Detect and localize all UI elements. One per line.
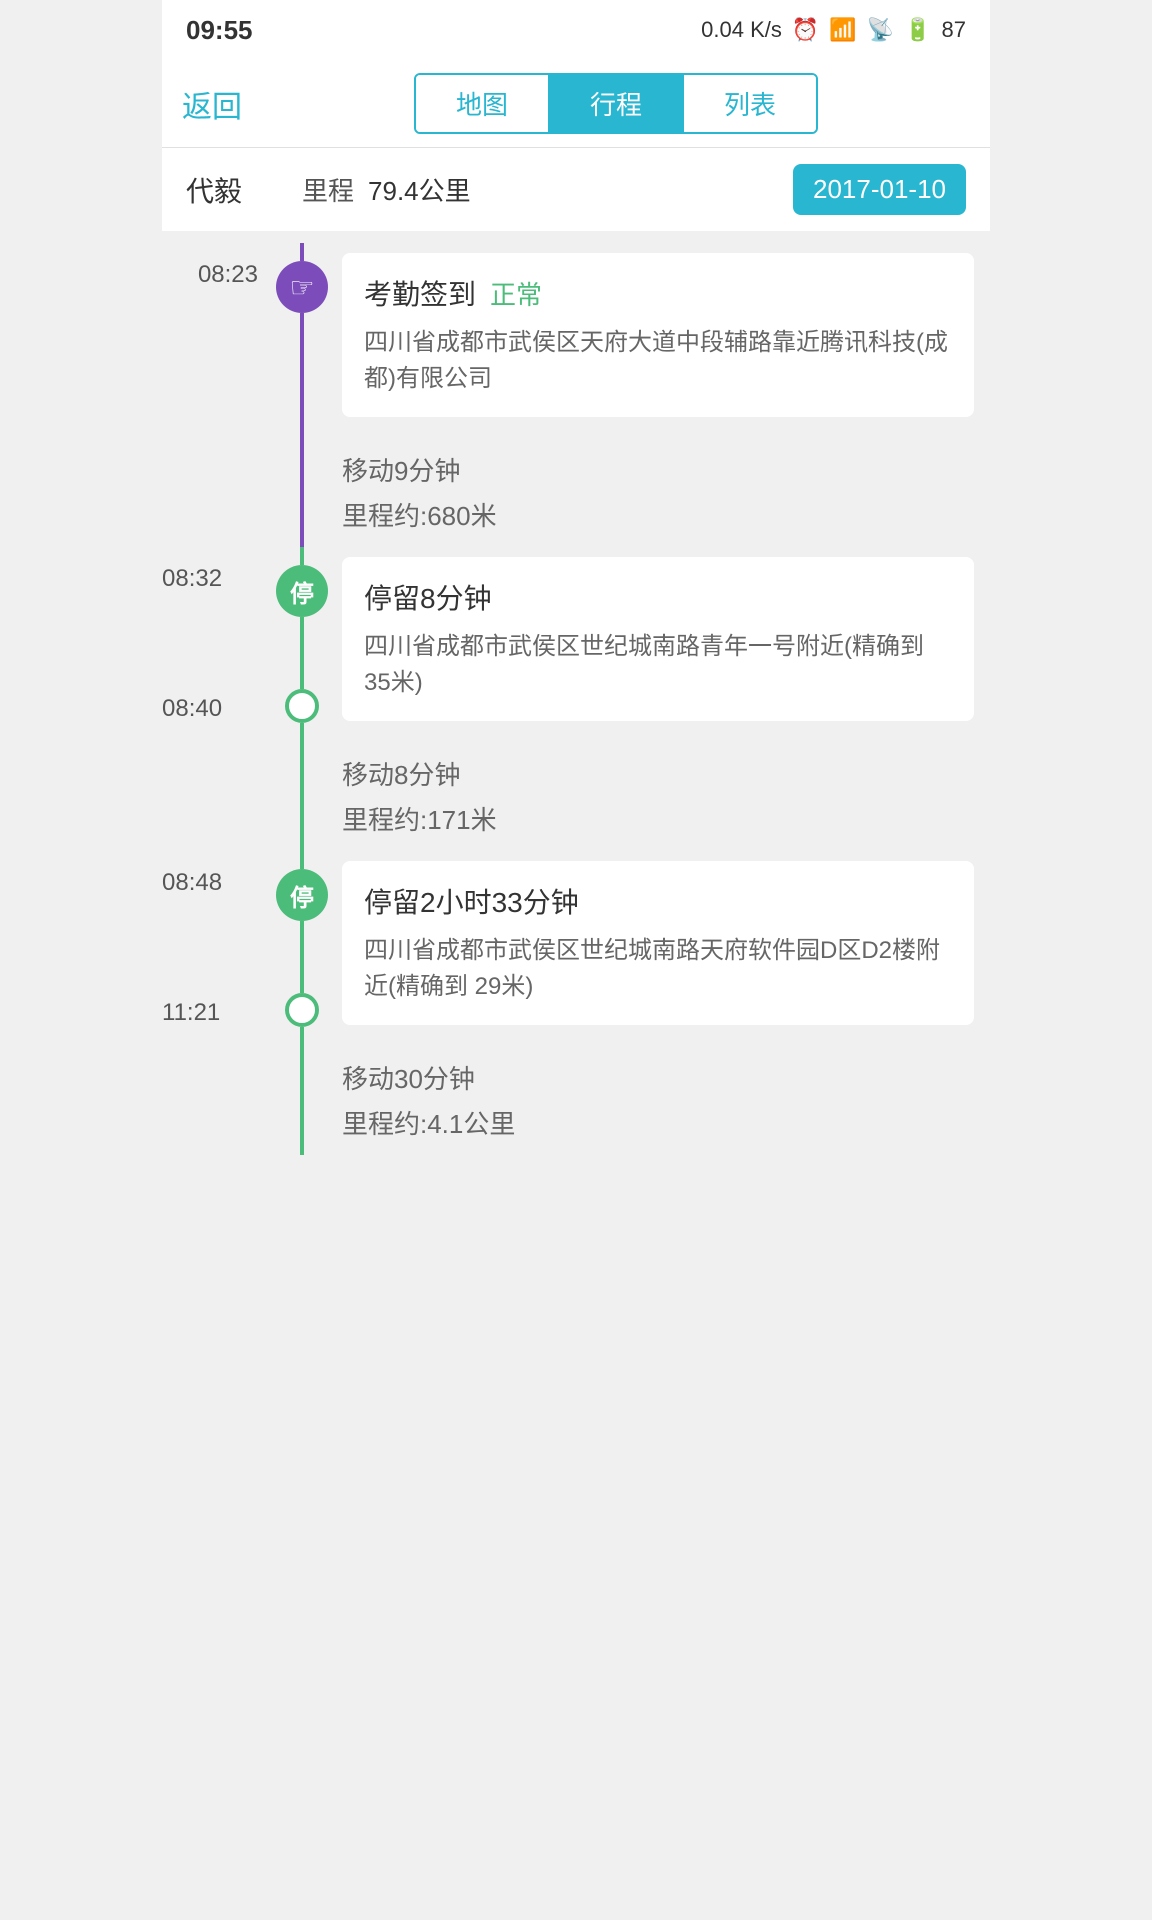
stop-node-0832: 停 [276,565,328,617]
timeline-event-1: 08:23 ☞ 考勤签到 正常 四川省成都市武侯区天府大道中段辅路靠近腾讯科技(… [162,243,990,437]
event-content-0823: 考勤签到 正常 四川省成都市武侯区天府大道中段辅路靠近腾讯科技(成都)有限公司 [332,243,990,437]
move-duration-1: 移动9分钟 [342,451,974,488]
tab-bar: 地图 行程 列表 [414,73,818,134]
timeline: 08:23 ☞ 考勤签到 正常 四川省成都市武侯区天府大道中段辅路靠近腾讯科技(… [162,243,990,1195]
timeline-move-1: 移动9分钟 里程约:680米 [162,437,990,547]
move-duration-2: 移动8分钟 [342,755,974,792]
back-button[interactable]: 返回 [182,82,242,126]
mileage-label: 里程 [302,171,354,208]
driver-name: 代毅 [186,170,242,210]
date-badge: 2017-01-10 [793,164,966,215]
timeline-move-2: 移动8分钟 里程约:171米 [162,741,990,851]
battery-icon: 🔋 [904,17,931,43]
status-speed: 0.04 K/s [701,17,782,43]
time-col-0848: 08:48 11:21 [162,851,272,1045]
header: 返回 地图 行程 列表 [162,60,990,148]
event-title-text-0832: 停留8分钟 [364,577,492,617]
tab-trip[interactable]: 行程 [550,75,684,132]
status-time: 09:55 [186,15,253,46]
move-distance-2: 里程约:171米 [342,800,974,837]
time-col-0832: 08:32 08:40 [162,547,272,741]
wifi-icon: 📶 [829,17,856,43]
event-card-0848: 停留2小时33分钟 四川省成都市武侯区世纪城南路天府软件园D区D2楼附近(精确到… [342,861,974,1025]
event-address-0823: 四川省成都市武侯区天府大道中段辅路靠近腾讯科技(成都)有限公司 [364,325,952,397]
battery-level: 87 [942,17,966,43]
status-bar: 09:55 0.04 K/s ⏰ 📶 📡 🔋 87 [162,0,990,60]
time-label-0832: 08:32 [162,547,258,593]
fingerprint-node: ☞ [276,261,328,313]
spine-move-2 [272,741,332,851]
timeline-event-2: 08:32 08:40 停 停留8分钟 四川省成都市武侯区世纪城南路青年一号附近… [162,547,990,741]
time-label-0848: 08:48 [162,851,258,897]
info-bar: 代毅 里程 79.4公里 2017-01-10 [162,148,990,231]
event-card-0832: 停留8分钟 四川省成都市武侯区世纪城南路青年一号附近(精确到 35米) [342,557,974,721]
time-label-0823: 08:23 [162,243,272,437]
event-status-0823: 正常 [490,275,542,312]
spine-move-1 [272,437,332,547]
move-content-1: 移动9分钟 里程约:680米 [332,437,990,547]
move-content-2: 移动8分钟 里程约:171米 [332,741,990,851]
event-address-0832: 四川省成都市武侯区世纪城南路青年一号附近(精确到 35米) [364,629,952,701]
move-distance-3: 里程约:4.1公里 [342,1104,974,1141]
timeline-move-3: 移动30分钟 里程约:4.1公里 [162,1045,990,1155]
stop-node-0848: 停 [276,869,328,921]
move-content-3: 移动30分钟 里程约:4.1公里 [332,1045,990,1155]
time-label-0840: 08:40 [162,695,258,741]
event-content-0832: 停留8分钟 四川省成都市武侯区世纪城南路青年一号附近(精确到 35米) [332,547,990,741]
spine-0832: 停 [272,547,332,741]
clock-icon: ⏰ [792,17,819,43]
status-icons: 0.04 K/s ⏰ 📶 📡 🔋 87 [701,17,966,43]
event-title-text-0848: 停留2小时33分钟 [364,881,579,921]
spine-0823: ☞ [272,243,332,437]
move-duration-3: 移动30分钟 [342,1059,974,1096]
event-title-text-0823: 考勤签到 [364,273,476,313]
signal-icon: 📡 [867,17,894,43]
spine-0848: 停 [272,851,332,1045]
hollow-node-0840 [285,689,319,723]
time-label-1121: 11:21 [162,999,258,1045]
tab-map[interactable]: 地图 [416,75,550,132]
event-content-0848: 停留2小时33分钟 四川省成都市武侯区世纪城南路天府软件园D区D2楼附近(精确到… [332,851,990,1045]
event-address-0848: 四川省成都市武侯区世纪城南路天府软件园D区D2楼附近(精确到 29米) [364,933,952,1005]
spine-move-3 [272,1045,332,1155]
mileage-value: 79.4公里 [368,171,471,208]
hollow-node-1121 [285,993,319,1027]
tab-list[interactable]: 列表 [684,75,816,132]
timeline-event-3: 08:48 11:21 停 停留2小时33分钟 四川省成都市武侯区世纪城南路天府… [162,851,990,1045]
move-distance-1: 里程约:680米 [342,496,974,533]
event-card-0823: 考勤签到 正常 四川省成都市武侯区天府大道中段辅路靠近腾讯科技(成都)有限公司 [342,253,974,417]
